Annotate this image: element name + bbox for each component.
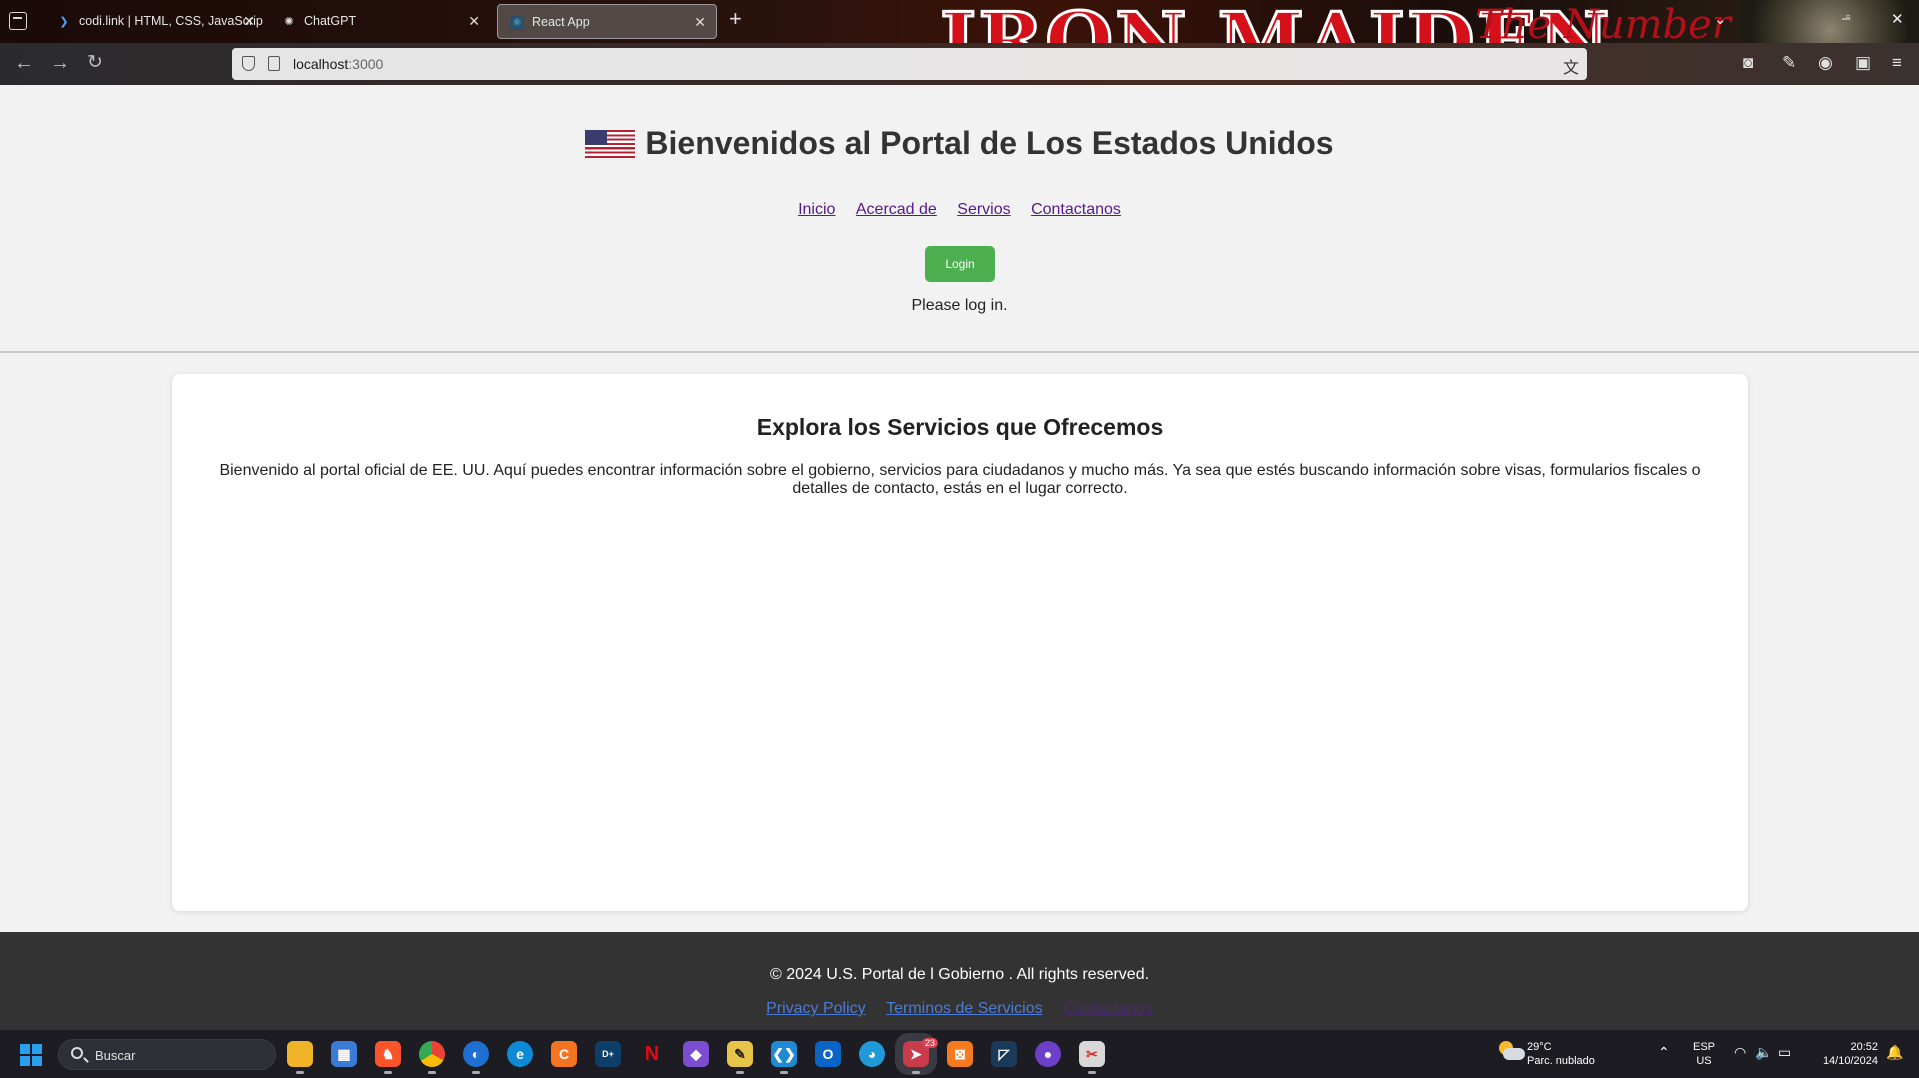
tab-chatgpt[interactable]: ✺ ChatGPT ✕ [270, 4, 490, 39]
weather-icon[interactable] [1497, 1039, 1527, 1065]
footer-copyright: © 2024 U.S. Portal de l Gobierno . All r… [769, 966, 1150, 983]
microsoft-store-icon[interactable]: ▦ [331, 1041, 357, 1067]
close-icon[interactable]: ✕ [468, 4, 480, 39]
forward-arrow-icon[interactable]: → [50, 53, 70, 73]
main-nav: Inicio Acercad de Servios Contactanos [0, 201, 1919, 219]
footer-link-terms[interactable]: Terminos de Servicios [886, 1000, 1043, 1017]
close-window-icon[interactable]: ✕ [1891, 10, 1904, 28]
wrench-icon[interactable]: ✎ [1782, 53, 1796, 73]
search-icon [71, 1047, 83, 1059]
extensions-icon[interactable]: ▣ [1855, 53, 1871, 73]
tab-codilink[interactable]: ❯ codi.link | HTML, CSS, JavaScrip ✕ [45, 4, 265, 39]
windows-start-icon[interactable] [20, 1044, 42, 1066]
chrome-dev-icon[interactable] [419, 1041, 445, 1074]
chevron-down-icon[interactable]: ⌄ [1714, 10, 1727, 28]
clock[interactable]: 20:52 14/10/2024 [1812, 1040, 1878, 1068]
back-arrow-icon[interactable]: ← [14, 53, 34, 73]
page-title: Bienvenidos al Portal de Los Estados Uni… [585, 125, 1334, 162]
login-status-text: Please log in. [911, 297, 1008, 314]
battery-icon[interactable]: ▭ [1778, 1044, 1791, 1061]
crunchyroll-icon[interactable]: C [551, 1041, 577, 1067]
brave-icon[interactable]: ♞ [375, 1041, 401, 1074]
pocket-icon[interactable]: ◙ [1743, 53, 1753, 73]
netflix-icon[interactable]: N [639, 1041, 665, 1067]
footer-link-contact[interactable]: Contactanos [1063, 1000, 1153, 1017]
browser-tab-bar: IRON MAIDEN The Number of the Beast ❯ co… [0, 0, 1919, 43]
menu-icon[interactable]: ≡ [1892, 53, 1902, 73]
app-icon[interactable]: ◕ [859, 1041, 885, 1067]
vscode-icon[interactable]: ❮❯ [771, 1041, 797, 1074]
url-text[interactable]: localhost:3000 [293, 56, 383, 72]
site-footer: © 2024 U.S. Portal de l Gobierno . All r… [0, 932, 1919, 1030]
chevron-up-icon[interactable]: ⌃ [1658, 1044, 1670, 1061]
taskbar-search[interactable]: Buscar [58, 1039, 276, 1070]
wifi-icon[interactable]: ◠ [1734, 1044, 1746, 1061]
us-flag-icon [585, 129, 636, 158]
new-tab-button[interactable]: + [729, 6, 742, 32]
reload-icon[interactable]: ↻ [87, 53, 103, 73]
visual-studio-icon[interactable]: ◆ [683, 1041, 709, 1067]
footer-links: Privacy Policy Terminos de Servicios Con… [0, 1000, 1919, 1018]
browser-toolbar: ← → ↻ localhost:3000 文 ☆ ◙ ✎ ◉ ▣ ≡ [0, 43, 1919, 85]
tab-title: codi.link | HTML, CSS, JavaScrip [79, 14, 263, 28]
services-section: Explora los Servicios que Ofrecemos Bien… [172, 374, 1748, 911]
section-description: Bienvenido al portal oficial de EE. UU. … [219, 462, 1701, 497]
login-button[interactable]: Login [925, 246, 995, 282]
volume-icon[interactable]: 🔈 [1755, 1044, 1772, 1061]
footer-link-privacy[interactable]: Privacy Policy [766, 1000, 866, 1017]
site-header: Bienvenidos al Portal de Los Estados Uni… [0, 85, 1919, 353]
disney-plus-icon[interactable]: D+ [595, 1041, 621, 1067]
codilink-icon: ❯ [59, 16, 69, 28]
tab-title: ChatGPT [304, 14, 357, 28]
snipping-tool-icon[interactable]: ✂ [1079, 1041, 1105, 1074]
windows-taskbar: Buscar ▦ ♞ ◐ e C D+ N ◆ ✎ ❮❯ O ◕ ➤ 23 ⊠ … [0, 1030, 1919, 1078]
notification-bell-icon[interactable]: 🔔 [1886, 1044, 1903, 1061]
chatgpt-icon: ✺ [284, 16, 294, 28]
address-bar[interactable]: localhost:3000 文 ☆ [232, 48, 1606, 80]
tab-react-app[interactable]: ⚛ React App ✕ [497, 4, 717, 39]
page-icon[interactable] [268, 56, 280, 71]
paint-icon[interactable]: ✎ [727, 1041, 753, 1074]
nav-link-servios[interactable]: Servios [957, 201, 1010, 218]
telegram-badge: 23 [922, 1038, 939, 1048]
firefox-icon[interactable]: ◐ [463, 1041, 489, 1074]
xampp-icon[interactable]: ⊠ [947, 1041, 973, 1067]
close-icon[interactable]: ✕ [243, 4, 255, 39]
nav-link-contactanos[interactable]: Contactanos [1031, 201, 1121, 218]
react-icon: ⚛ [510, 16, 524, 30]
tab-title: React App [532, 15, 590, 29]
github-desktop-icon[interactable]: ● [1035, 1041, 1061, 1067]
account-icon[interactable]: ◉ [1818, 53, 1833, 73]
mysql-workbench-icon[interactable]: ◸ [991, 1041, 1017, 1067]
star-icon[interactable]: ☆ [1592, 54, 1606, 74]
nav-link-inicio[interactable]: Inicio [798, 201, 835, 218]
tab-list-icon[interactable] [9, 12, 27, 30]
weather-widget[interactable]: 29°C Parc. nublado [1527, 1040, 1595, 1068]
translate-icon[interactable]: 文 [1563, 54, 1579, 78]
file-explorer-icon[interactable] [287, 1041, 313, 1074]
shield-icon[interactable] [242, 56, 255, 71]
outlook-icon[interactable]: O [815, 1041, 841, 1067]
nav-link-acercad-de[interactable]: Acercad de [856, 201, 937, 218]
close-icon[interactable]: ✕ [694, 5, 706, 38]
language-indicator[interactable]: ESP US [1693, 1040, 1715, 1068]
edge-icon[interactable]: e [507, 1041, 533, 1067]
section-title: Explora los Servicios que Ofrecemos [756, 414, 1164, 440]
maximize-icon[interactable]: ▫ [1846, 9, 1850, 23]
